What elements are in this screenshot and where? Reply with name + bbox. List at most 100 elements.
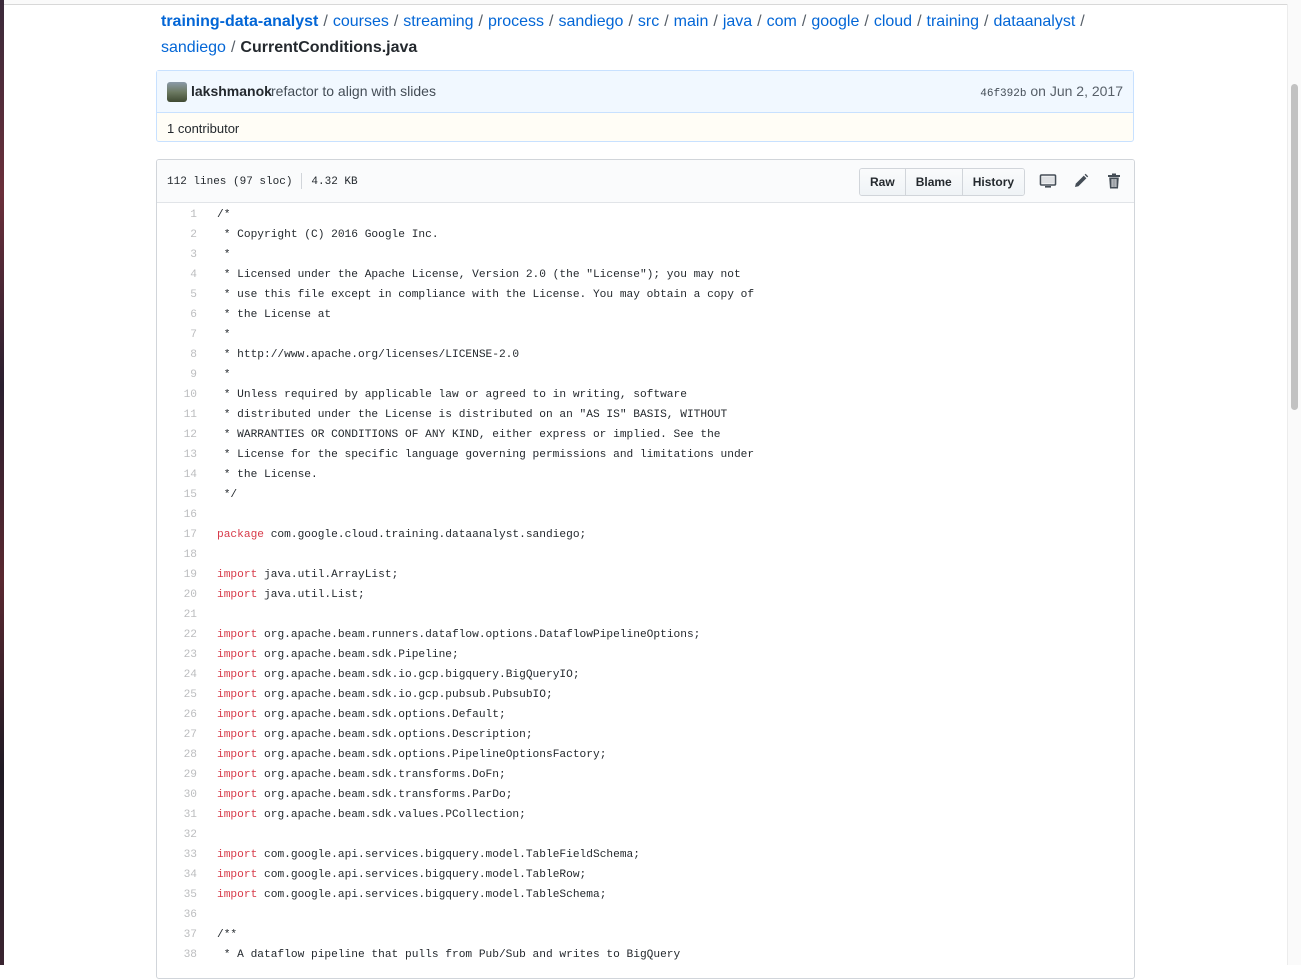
line-number[interactable]: 25 [157,685,197,705]
code-text: * [197,245,231,265]
line-number[interactable]: 34 [157,865,197,885]
line-number[interactable]: 26 [157,705,197,725]
breadcrumb-link-main[interactable]: main [674,13,709,30]
line-number[interactable]: 12 [157,425,197,445]
line-number[interactable]: 29 [157,765,197,785]
breadcrumb-link-training[interactable]: training [927,13,979,30]
code-content: org.apache.beam.sdk.io.gcp.pubsub.Pubsub… [257,689,553,701]
breadcrumb-repo-link[interactable]: training-data-analyst [161,13,318,30]
line-number[interactable]: 30 [157,785,197,805]
line-number[interactable]: 11 [157,405,197,425]
raw-button[interactable]: Raw [860,169,906,195]
code-text: import org.apache.beam.runners.dataflow.… [197,625,700,645]
breadcrumb-link-google[interactable]: google [811,13,859,30]
line-number[interactable]: 23 [157,645,197,665]
line-number[interactable]: 37 [157,925,197,945]
line-number[interactable]: 3 [157,245,197,265]
pencil-icon[interactable] [1072,172,1090,190]
breadcrumb-link-streaming[interactable]: streaming [403,13,473,30]
commit-message-link[interactable]: refactor to align with slides [271,83,436,99]
code-line: 22 import org.apache.beam.runners.dataflo… [157,625,1134,645]
commit-author-link[interactable]: lakshmanok [191,83,272,99]
code-line: 24 import org.apache.beam.sdk.io.gcp.bigq… [157,665,1134,685]
code-content: java.util.ArrayList; [257,569,399,581]
file-size: 4.32 KB [311,175,358,188]
code-content: /* [217,209,231,221]
line-number[interactable]: 32 [157,825,197,845]
breadcrumb-link-sandiego[interactable]: sandiego [558,13,623,30]
code-text: * License for the specific language gove… [197,445,754,465]
code-content: * A dataflow pipeline that pulls from Pu… [217,949,681,961]
line-number[interactable]: 14 [157,465,197,485]
code-text: * Copyright (C) 2016 Google Inc. [197,225,439,245]
line-number[interactable]: 24 [157,665,197,685]
line-number[interactable]: 17 [157,525,197,545]
line-number[interactable]: 19 [157,565,197,585]
line-number[interactable]: 35 [157,885,197,905]
commit-meta: 46f392b on Jun 2, 2017 [980,83,1123,100]
file-actions-button-group: Raw Blame History [859,168,1026,196]
scrollbar[interactable] [1287,4,1301,965]
line-number[interactable]: 36 [157,905,197,925]
blame-button[interactable]: Blame [905,169,963,195]
code-keyword: import [217,769,258,781]
code-content: org.apache.beam.sdk.Pipeline; [257,649,459,661]
breadcrumb-link-cloud[interactable]: cloud [874,13,912,30]
breadcrumb-separator: / [801,13,807,30]
line-number[interactable]: 4 [157,265,197,285]
code-line: 2 * Copyright (C) 2016 Google Inc. [157,225,1134,245]
line-number[interactable]: 10 [157,385,197,405]
line-number[interactable]: 28 [157,745,197,765]
code-line: 4 * Licensed under the Apache License, V… [157,265,1134,285]
line-number[interactable]: 16 [157,505,197,525]
line-number[interactable]: 22 [157,625,197,645]
breadcrumb-link-java[interactable]: java [723,13,752,30]
line-number[interactable]: 27 [157,725,197,745]
line-number[interactable]: 5 [157,285,197,305]
line-number[interactable]: 20 [157,585,197,605]
trash-icon[interactable] [1105,172,1123,190]
contributors-link[interactable]: 1 contributor [167,121,239,136]
scrollbar-thumb[interactable] [1291,84,1298,410]
code-text: * Unless required by applicable law or a… [197,385,687,405]
code-keyword: import [217,789,258,801]
breadcrumb-link-dataanalyst[interactable]: dataanalyst [993,13,1075,30]
commit-date-prefix: on [1030,83,1046,99]
breadcrumb-link-com[interactable]: com [767,13,797,30]
line-number[interactable]: 31 [157,805,197,825]
line-number[interactable]: 7 [157,325,197,345]
top-edge [4,0,1301,5]
line-number[interactable]: 2 [157,225,197,245]
line-number[interactable]: 8 [157,345,197,365]
code-content: * WARRANTIES OR CONDITIONS OF ANY KIND, … [217,429,721,441]
breadcrumb-separator: / [984,13,989,30]
line-number[interactable]: 13 [157,445,197,465]
code-content: * http://www.apache.org/licenses/LICENSE… [217,349,520,361]
commit-sha-link[interactable]: 46f392b [980,88,1026,100]
code-text: import org.apache.beam.sdk.options.Defau… [197,705,506,725]
breadcrumb-link-sandiego-pkg[interactable]: sandiego [161,39,226,56]
line-number[interactable]: 18 [157,545,197,565]
history-button[interactable]: History [962,169,1025,195]
code-text: * A dataflow pipeline that pulls from Pu… [197,945,681,965]
code-line: 27 import org.apache.beam.sdk.options.Des… [157,725,1134,745]
line-number[interactable]: 1 [157,205,197,225]
code-line: 35 import com.google.api.services.bigquer… [157,885,1134,905]
line-number[interactable]: 33 [157,845,197,865]
code-content: com.google.cloud.training.dataanalyst.sa… [264,529,587,541]
code-line: 26 import org.apache.beam.sdk.options.Def… [157,705,1134,725]
line-number[interactable]: 6 [157,305,197,325]
line-number[interactable]: 15 [157,485,197,505]
code-content: */ [217,489,238,501]
line-number[interactable]: 21 [157,605,197,625]
breadcrumb-link-courses[interactable]: courses [333,13,389,30]
breadcrumb-link-process[interactable]: process [488,13,544,30]
desktop-icon[interactable] [1039,172,1057,190]
breadcrumb-link-src[interactable]: src [638,13,659,30]
code-keyword: import [217,809,258,821]
code-text: import org.apache.beam.sdk.Pipeline; [197,645,459,665]
breadcrumb-separator: / [393,13,399,30]
avatar[interactable] [167,82,187,102]
line-number[interactable]: 38 [157,945,197,965]
line-number[interactable]: 9 [157,365,197,385]
